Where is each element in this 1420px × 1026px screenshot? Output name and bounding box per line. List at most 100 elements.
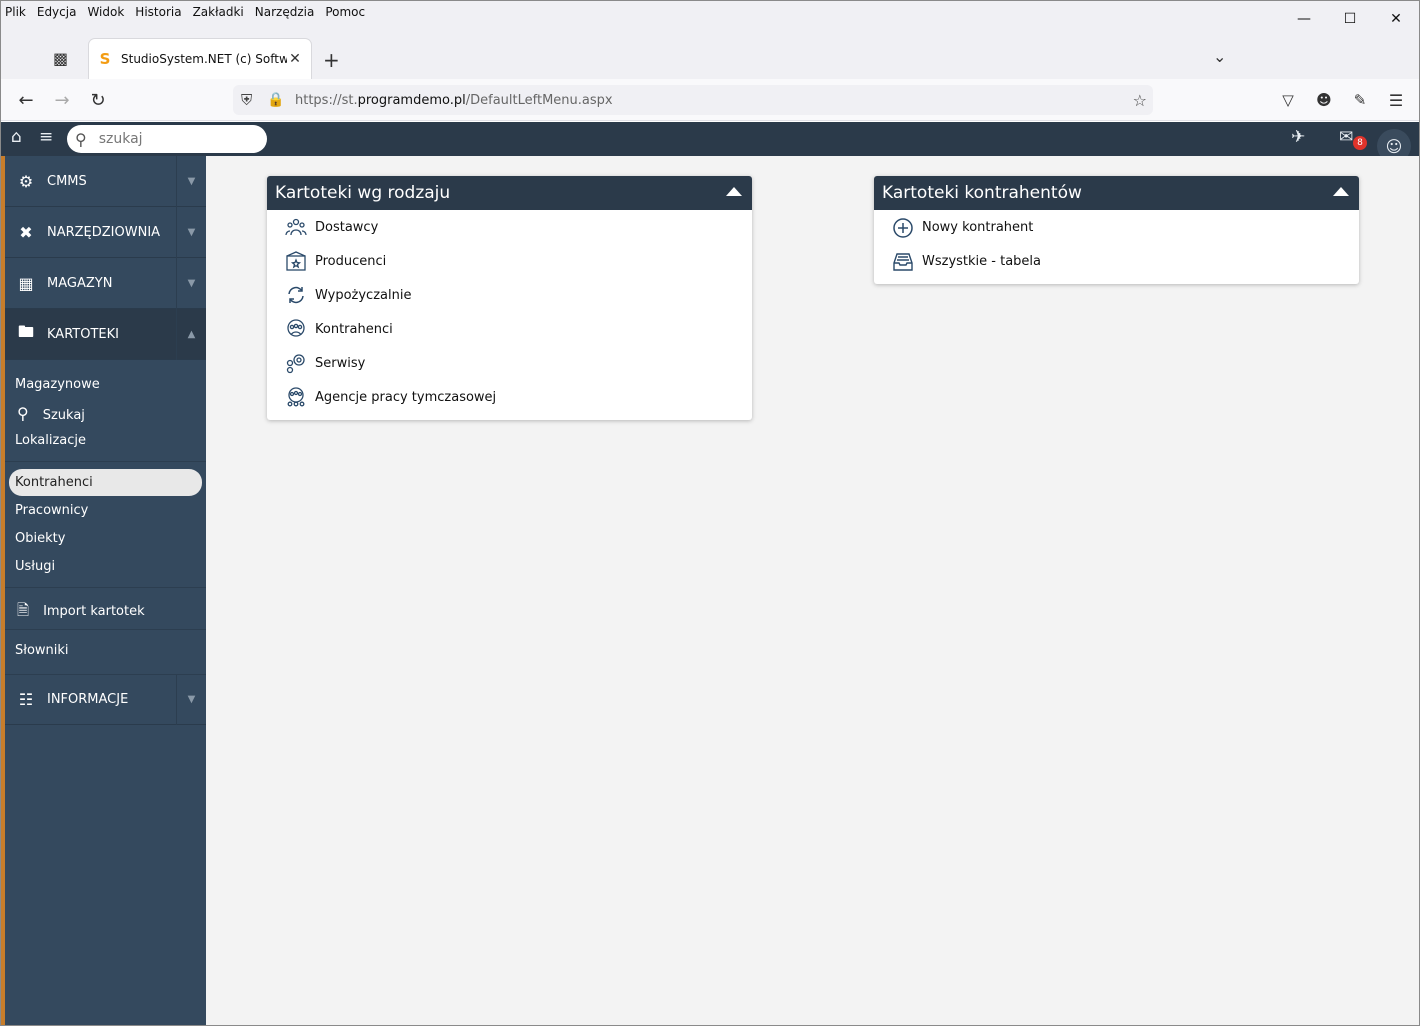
list-item-serwisy[interactable]: Serwisy — [267, 346, 752, 380]
tab-title: StudioSystem.NET (c) SoftwareStudio — [121, 52, 287, 66]
contractors-icon — [285, 318, 307, 340]
sidebar-divider — [5, 587, 206, 588]
sidebar-item-slowniki[interactable]: Słowniki — [15, 643, 69, 658]
nav-bar: ← → ↻ ⛨ 🔒 https://st. programdemo.pl/Defa… — [1, 79, 1419, 121]
sidebar-item-uslugi[interactable]: Usługi — [15, 559, 55, 574]
mail-icon[interactable]: ✉ — [1339, 127, 1353, 147]
browser-window: Plik Edycja Widok Historia Zakładki Narz… — [0, 0, 1420, 1026]
sitemap-icon: ☷ — [18, 690, 34, 709]
chevron-down-icon[interactable]: ▼ — [176, 206, 206, 258]
back-icon[interactable]: ← — [13, 87, 39, 113]
forward-icon[interactable]: → — [49, 87, 75, 113]
shield-icon[interactable]: ⛨ — [241, 91, 252, 109]
sidebar: ⚙ CMMS ▼ ✖ NARZĘDZIOWNIA ▼ ▦ MAGAZYN ▼ 🖿… — [1, 155, 206, 1025]
close-tab-icon[interactable]: ✕ — [287, 51, 303, 67]
sidebar-item-lokalizacje[interactable]: Lokalizacje — [15, 433, 86, 448]
collapse-icon[interactable] — [726, 187, 742, 196]
list-item-nowy-kontrahent[interactable]: Nowy kontrahent — [874, 210, 1359, 244]
list-item-agencje[interactable]: Agencje pracy tymczasowej — [267, 380, 752, 414]
account-icon[interactable]: ☻ — [1311, 87, 1337, 113]
url-host: programdemo.pl — [357, 92, 466, 108]
search-icon: ⚲ — [17, 404, 29, 423]
list-item-kontrahenci[interactable]: Kontrahenci — [267, 312, 752, 346]
suppliers-icon — [285, 216, 307, 238]
url-path: /DefaultLeftMenu.aspx — [465, 92, 613, 108]
tab-overview-icon[interactable]: ▩ — [53, 49, 68, 68]
new-tab-icon[interactable]: + — [323, 48, 340, 72]
add-circle-icon — [892, 216, 914, 238]
sidebar-section-label: INFORMACJE — [47, 692, 129, 707]
extensions-icon[interactable]: ✎ — [1347, 87, 1373, 113]
list-item-wszystkie-tabela[interactable]: Wszystkie - tabela — [874, 244, 1359, 278]
list-tabs-icon[interactable]: ⌄ — [1213, 47, 1226, 66]
sidebar-section-kartoteki[interactable]: 🖿 KARTOTEKI ▲ — [5, 308, 206, 360]
chevron-down-icon[interactable]: ▼ — [176, 155, 206, 207]
tools-icon: ✖ — [19, 222, 33, 242]
list-item-wypozyczalnie[interactable]: Wypożyczalnie — [267, 278, 752, 312]
sidebar-section-label: NARZĘDZIOWNIA — [47, 224, 161, 240]
list-item-producenci[interactable]: Producenci — [267, 244, 752, 278]
menu-widok[interactable]: Widok — [87, 5, 124, 19]
sidebar-item-kontrahenci[interactable]: Kontrahenci — [15, 475, 93, 490]
list-item-dostawcy[interactable]: Dostawcy — [267, 210, 752, 244]
toggle-menu-icon[interactable]: ≡ — [39, 127, 53, 147]
home-icon[interactable]: ⌂ — [11, 127, 22, 147]
collapse-icon[interactable] — [1333, 187, 1349, 196]
bookmark-star-icon[interactable]: ☆ — [1133, 91, 1147, 110]
menu-historia[interactable]: Historia — [135, 5, 181, 19]
browser-tab[interactable]: S StudioSystem.NET (c) SoftwareStudio ✕ — [89, 39, 311, 79]
menu-edycja[interactable]: Edycja — [37, 5, 77, 19]
panel-kartoteki-wg-rodzaju: Kartoteki wg rodzaju Dostawcy Producenci — [267, 176, 752, 420]
refresh-cycle-icon — [285, 284, 307, 306]
sidebar-item-import[interactable]: 🗎 Import kartotek — [17, 600, 145, 625]
sidebar-item-pracownicy[interactable]: Pracownicy — [15, 503, 88, 518]
sidebar-section-label: CMMS — [47, 173, 87, 189]
search-input[interactable]: ⚲ szukaj — [67, 125, 267, 153]
menu-narzedzia[interactable]: Narzędzia — [255, 5, 315, 19]
departures-icon[interactable]: ✈ — [1291, 127, 1305, 147]
panel-kartoteki-kontrahentow: Kartoteki kontrahentów Nowy kontrahent W… — [874, 176, 1359, 284]
sidebar-item-magazynowe[interactable]: Magazynowe — [15, 377, 100, 392]
menu-pomoc[interactable]: Pomoc — [325, 5, 365, 19]
sidebar-section-label: KARTOTEKI — [47, 326, 119, 342]
app-top-bar: ⌂ ≡ ⚲ szukaj ✈ ✉ — [1, 122, 1419, 156]
sidebar-item-obiekty[interactable]: Obiekty — [15, 531, 65, 546]
list-item-label: Wszystkie - tabela — [922, 253, 1041, 269]
reload-icon[interactable]: ↻ — [85, 87, 111, 113]
sidebar-section-label: MAGAZYN — [47, 275, 113, 291]
sidebar-section-narzedziownia[interactable]: ✖ NARZĘDZIOWNIA ▼ — [5, 206, 206, 258]
menu-plik[interactable]: Plik — [5, 5, 26, 19]
list-item-label: Wypożyczalnie — [315, 287, 412, 303]
factory-icon — [285, 250, 307, 272]
folder-icon: 🖿 — [17, 321, 34, 341]
sidebar-section-informacje[interactable]: ☷ INFORMACJE ▼ — [5, 674, 206, 725]
menu-bar: Plik Edycja Widok Historia Zakładki Narz… — [1, 1, 1419, 23]
menu-zakladki[interactable]: Zakładki — [193, 5, 244, 19]
panel-title: Kartoteki kontrahentów — [882, 183, 1082, 203]
list-item-label: Dostawcy — [315, 219, 379, 235]
url-prefix: https://st. — [295, 92, 358, 108]
panel-title: Kartoteki wg rodzaju — [275, 183, 451, 203]
mail-count-badge: 8 — [1353, 136, 1367, 150]
sidebar-item-label: Import kartotek — [43, 604, 145, 619]
sidebar-section-magazyn[interactable]: ▦ MAGAZYN ▼ — [5, 257, 206, 309]
main-content: Kartoteki wg rodzaju Dostawcy Producenci — [206, 156, 1419, 1025]
chevron-down-icon[interactable]: ▼ — [176, 257, 206, 309]
chevron-down-icon[interactable]: ▼ — [176, 674, 206, 725]
sidebar-section-cmms[interactable]: ⚙ CMMS ▼ — [5, 155, 206, 207]
sidebar-item-szukaj[interactable]: ⚲ Szukaj — [17, 404, 85, 423]
url-bar[interactable]: ⛨ 🔒 https://st. programdemo.pl/DefaultLef… — [233, 85, 1153, 115]
lock-icon[interactable]: 🔒 — [267, 92, 284, 108]
list-item-label: Kontrahenci — [315, 321, 393, 337]
list-item-label: Serwisy — [315, 355, 366, 371]
chevron-up-icon[interactable]: ▲ — [176, 308, 206, 360]
list-item-label: Nowy kontrahent — [922, 219, 1034, 235]
pocket-icon[interactable]: ▽ — [1275, 87, 1301, 113]
service-gears-icon — [285, 352, 307, 374]
panel-header[interactable]: Kartoteki kontrahentów — [874, 176, 1359, 210]
panel-header[interactable]: Kartoteki wg rodzaju — [267, 176, 752, 210]
gears-icon: ⚙ — [18, 171, 34, 191]
hamburger-menu-icon[interactable]: ☰ — [1383, 87, 1409, 113]
sidebar-item-label: Szukaj — [42, 408, 85, 423]
sidebar-divider — [5, 629, 206, 630]
